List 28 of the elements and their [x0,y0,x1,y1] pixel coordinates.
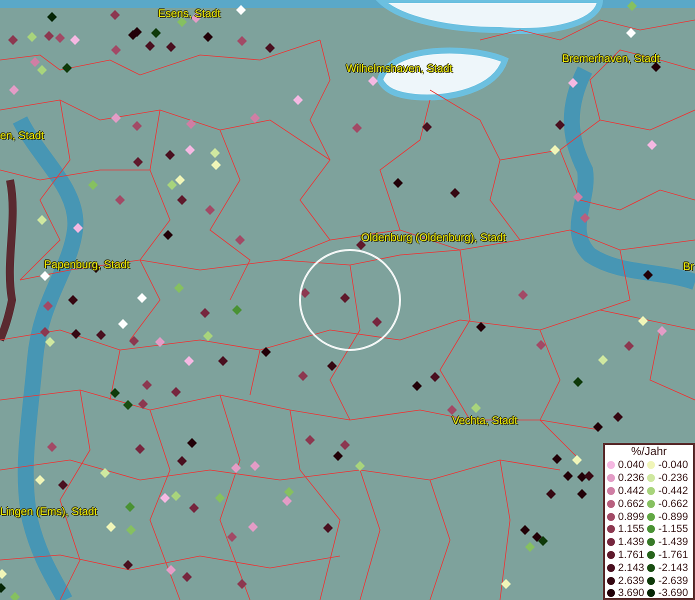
legend-value: -1.761 [658,548,688,561]
legend-value: 1.155 [618,523,644,536]
legend-value: -3.690 [658,587,688,600]
legend-value: 0.236 [618,472,644,484]
legend-value: 3.690 [618,587,644,600]
legend-value: 2.639 [618,574,644,587]
map-label: Esens, Stadt [158,8,220,20]
map-label: Br [683,261,694,273]
legend-value: -0.899 [658,510,688,523]
legend-value: -1.439 [658,536,688,548]
legend-value: -1.155 [658,523,688,536]
legend-value: -0.442 [658,484,688,497]
legend-value: 2.143 [618,562,644,574]
legend-value: 0.442 [618,484,644,497]
legend-value: 1.439 [618,536,644,548]
legend-value: 0.040 [618,459,644,472]
legend-value: 0.662 [618,498,644,510]
legend-value: -0.662 [658,498,688,510]
legend-value: -0.236 [658,472,688,484]
legend-value: -2.143 [658,562,688,574]
map-label: en, Stadt [0,130,44,142]
legend-value: 0.899 [618,510,644,523]
map-label: Wilhelmshaven, Stadt [346,63,452,75]
legend-value: 1.761 [618,548,644,561]
map-label: Vechta, Stadt [452,415,518,427]
legend-title: %/Jahr [630,446,668,459]
legend-value: -2.639 [658,574,688,587]
legend-value: -0.040 [658,459,688,472]
